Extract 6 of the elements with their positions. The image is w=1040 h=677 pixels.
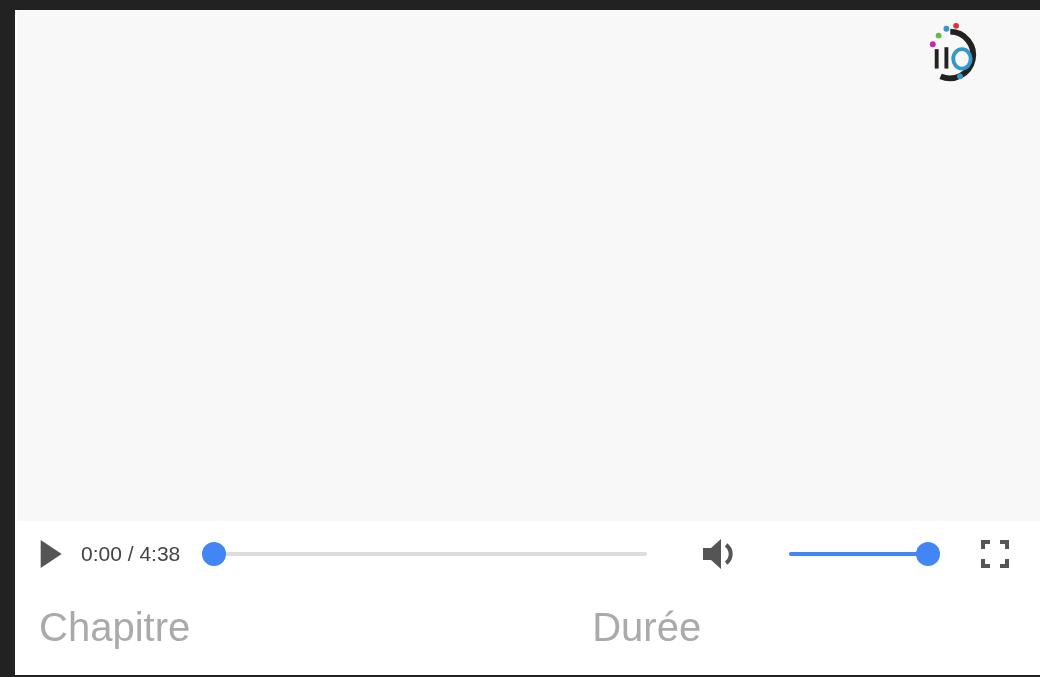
volume-handle[interactable] — [916, 542, 941, 566]
fullscreen-icon[interactable] — [980, 539, 1011, 569]
time-display: 0:00 / 4:38 — [81, 542, 181, 566]
column-header: Durée — [592, 605, 702, 650]
seek-handle[interactable] — [202, 542, 227, 566]
column-header: Chapitre — [39, 605, 191, 650]
